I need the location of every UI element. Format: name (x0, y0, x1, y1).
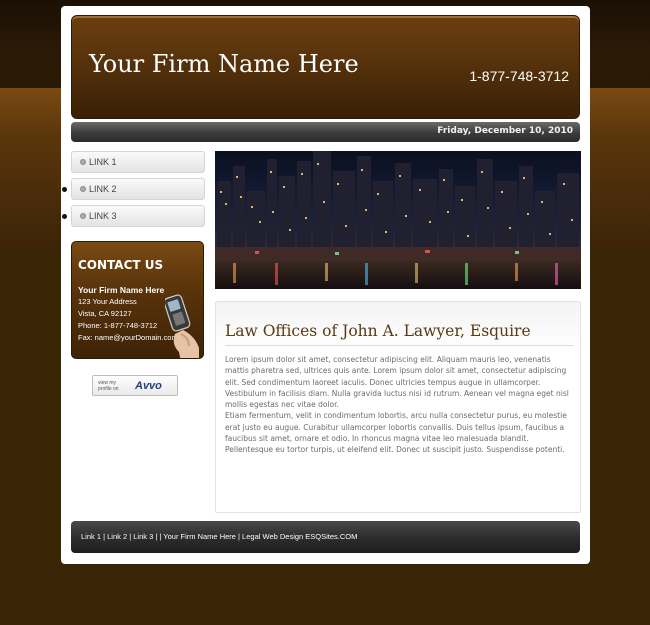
date-bar: Friday, December 10, 2010 (71, 122, 580, 142)
firm-name-title: Your Firm Name Here (89, 50, 359, 78)
nav-item-label: LINK 3 (89, 211, 117, 221)
main-content: Law Offices of John A. Lawyer, Esquire L… (215, 301, 581, 513)
contact-address-line-2: Vista, CA 92127 (78, 309, 132, 318)
content-body: Lorem ipsum dolor sit amet, consectetur … (225, 354, 575, 456)
site-footer: Link 1 | Link 2 | Link 3 | | Your Firm N… (71, 521, 580, 553)
paragraph-2: Etiam fermentum, velit in condimentum lo… (225, 411, 567, 455)
header-phone: 1-877-748-3712 (469, 68, 569, 84)
sidebar-nav: LINK 1 LINK 2 LINK 3 (62, 151, 205, 232)
avvo-logo: Avvo (135, 380, 162, 392)
contact-details: Your Firm Name Here 123 Your Address Vis… (78, 284, 178, 344)
city-skyline-banner (215, 151, 581, 289)
bullet-icon (80, 159, 86, 165)
title-divider (225, 345, 574, 346)
nav-item-link-2[interactable]: LINK 2 (62, 178, 205, 200)
contact-firm: Your Firm Name Here (78, 285, 165, 295)
bullet-icon (80, 213, 86, 219)
contact-fax: Fax: name@yourDomain.com (78, 333, 178, 342)
bullet-icon (80, 186, 86, 192)
nav-item-label: LINK 1 (89, 157, 117, 167)
nav-item-link-3[interactable]: LINK 3 (62, 205, 205, 227)
page-container: Your Firm Name Here 1-877-748-3712 Frida… (61, 6, 590, 564)
current-date: Friday, December 10, 2010 (437, 126, 573, 136)
list-bullet-icon (62, 214, 67, 219)
mobile-phone-icon (163, 290, 201, 358)
contact-box: CONTACT US Your Firm Name Here 123 Your … (71, 241, 204, 359)
footer-links[interactable]: Link 1 | Link 2 | Link 3 | | Your Firm N… (81, 532, 357, 541)
avvo-profile-badge[interactable]: view my profile on Avvo (92, 375, 178, 396)
paragraph-1: Lorem ipsum dolor sit amet, consectetur … (225, 355, 569, 410)
page-title: Law Offices of John A. Lawyer, Esquire (225, 322, 531, 340)
nav-item-label: LINK 2 (89, 184, 117, 194)
nav-item-link-1[interactable]: LINK 1 (71, 151, 205, 173)
contact-title: CONTACT US (78, 258, 164, 272)
contact-phone: Phone: 1-877-748-3712 (78, 321, 158, 330)
list-bullet-icon (62, 187, 67, 192)
site-header: Your Firm Name Here 1-877-748-3712 (71, 15, 580, 119)
avvo-badge-caption: view my profile on (98, 380, 119, 392)
contact-address-line-1: 123 Your Address (78, 297, 137, 306)
